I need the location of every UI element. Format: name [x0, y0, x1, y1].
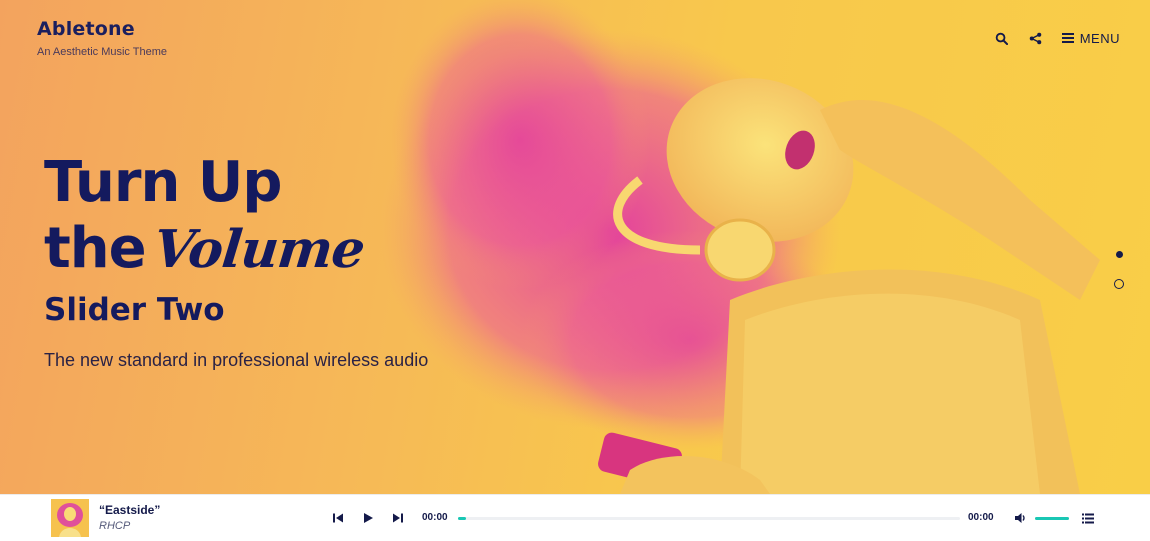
slider-dot-2[interactable]	[1114, 279, 1124, 289]
hero-slider: Abletone An Aesthetic Music Theme MENU T…	[0, 0, 1150, 494]
album-art	[51, 499, 89, 537]
site-tagline: An Aesthetic Music Theme	[37, 46, 168, 58]
next-track-icon[interactable]	[392, 511, 406, 525]
slider-pagination	[1114, 251, 1124, 289]
audio-player: “Eastside” RHCP 00:00 00:00	[0, 494, 1150, 541]
progress-fill	[458, 517, 467, 520]
menu-button[interactable]: MENU	[1061, 30, 1120, 46]
slide-headline: Turn Up theVolume	[44, 150, 367, 283]
headline-word-the: the	[44, 216, 147, 281]
site-title[interactable]: Abletone	[37, 18, 167, 40]
brand[interactable]: Abletone An Aesthetic Music Theme	[37, 18, 167, 58]
menu-label: MENU	[1079, 30, 1120, 46]
share-icon[interactable]	[1028, 30, 1044, 46]
headline-line-1: Turn Up	[44, 150, 282, 215]
volume-fill	[1035, 517, 1069, 520]
playlist-icon[interactable]	[1082, 511, 1096, 525]
top-nav: MENU	[994, 30, 1120, 46]
search-icon[interactable]	[994, 30, 1010, 46]
track-artist: RHCP	[99, 520, 131, 532]
slider-dot-1[interactable]	[1115, 251, 1123, 258]
headline-line-2: theVolume	[44, 216, 367, 283]
track-title: “Eastside”	[99, 503, 161, 517]
volume-slider[interactable]	[1035, 517, 1069, 520]
hamburger-icon	[1061, 33, 1074, 43]
volume-icon[interactable]	[1014, 511, 1028, 525]
headline-script-word: Volume	[150, 219, 367, 280]
current-time: 00:00	[422, 512, 448, 523]
previous-track-icon[interactable]	[332, 511, 346, 525]
total-time: 00:00	[968, 512, 994, 523]
progress-bar[interactable]	[458, 517, 960, 520]
slide-title: Slider Two	[44, 292, 225, 328]
slide-subtitle: The new standard in professional wireles…	[44, 350, 429, 370]
play-icon[interactable]	[362, 511, 376, 525]
